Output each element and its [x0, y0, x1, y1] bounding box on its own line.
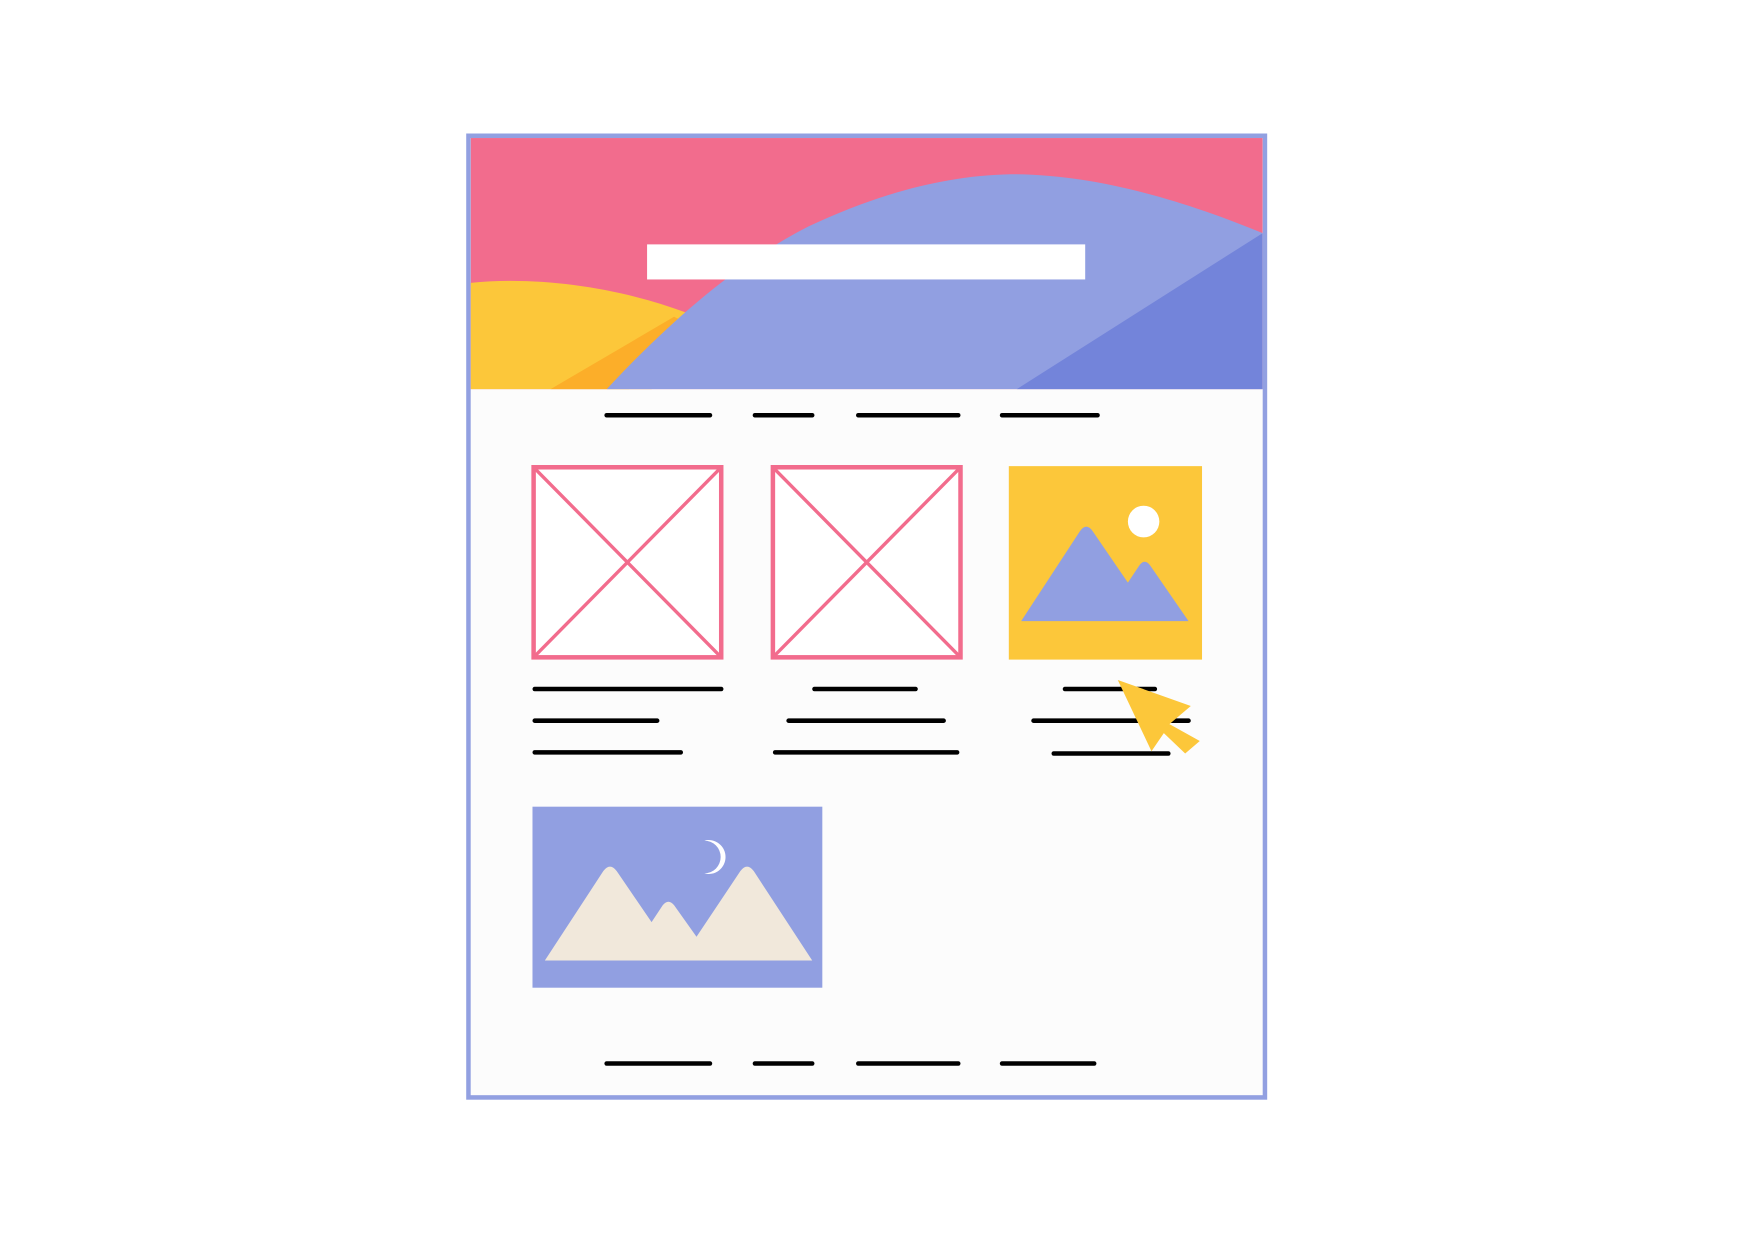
hero-banner [470, 138, 1263, 390]
hero-title-placeholder [647, 244, 1086, 280]
illustration-stage [0, 0, 1748, 1240]
image-placeholder-icon [770, 465, 963, 660]
feature-image[interactable] [532, 806, 823, 988]
sun-icon [1127, 505, 1160, 538]
mountain-sun-image-icon [1008, 466, 1203, 660]
image-placeholder-icon [531, 465, 724, 660]
website-wireframe-illustration [466, 133, 1268, 1100]
